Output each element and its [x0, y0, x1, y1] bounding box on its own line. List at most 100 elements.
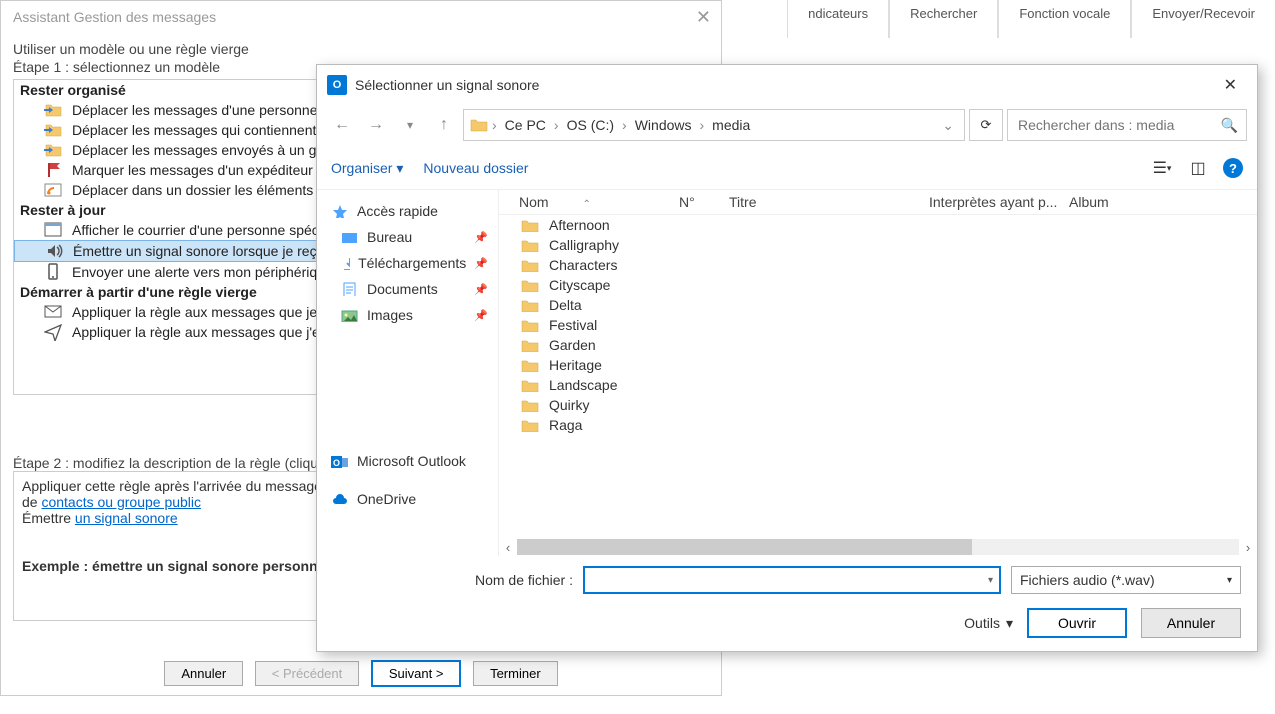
chevron-down-icon: ▾ — [396, 160, 403, 176]
folder-icon — [521, 318, 539, 332]
folder-item[interactable]: Quirky — [499, 395, 1257, 415]
chevron-down-icon: ▾ — [1006, 615, 1013, 632]
preview-pane-button[interactable]: ◫ — [1187, 157, 1209, 179]
pin-icon: 📌 — [474, 283, 488, 296]
wizard-instruction-1: Utiliser un modèle ou une règle vierge — [13, 41, 709, 57]
col-header-artist[interactable]: Interprètes ayant p... — [929, 194, 1069, 210]
folder-name: Calligraphy — [549, 237, 619, 253]
filename-label: Nom de fichier : — [333, 572, 573, 588]
breadcrumb-thispc[interactable]: Ce PC — [501, 117, 550, 133]
file-open-dialog: O Sélectionner un signal sonore ✕ ← → ▾ … — [316, 64, 1258, 652]
col-header-num[interactable]: N° — [679, 194, 729, 210]
col-header-title[interactable]: Titre — [729, 194, 929, 210]
filename-dropdown-button[interactable]: ▾ — [988, 575, 993, 586]
folder-icon — [521, 218, 539, 232]
col-header-name[interactable]: Nom ⌃ — [499, 194, 679, 210]
folder-icon — [521, 378, 539, 392]
help-button[interactable]: ? — [1223, 158, 1243, 178]
nav-outlook[interactable]: Microsoft Outlook — [317, 448, 498, 474]
folder-name: Delta — [549, 297, 582, 313]
dialog-bottom: Nom de fichier : ▾ Fichiers audio (*.wav… — [317, 556, 1257, 652]
breadcrumb-media[interactable]: media — [708, 117, 754, 133]
pin-icon: 📌 — [474, 257, 488, 270]
folder-item[interactable]: Raga — [499, 415, 1257, 435]
folder-item[interactable]: Characters — [499, 255, 1257, 275]
nav-forward-button[interactable]: → — [361, 110, 391, 140]
outlook-icon: O — [327, 75, 347, 95]
nav-downloads[interactable]: Téléchargements📌 — [317, 250, 498, 276]
wizard-finish-button[interactable]: Terminer — [473, 661, 558, 686]
pin-icon: 📌 — [474, 231, 488, 244]
pin-icon: 📌 — [474, 309, 488, 322]
folder-name: Raga — [549, 417, 582, 433]
folder-item[interactable]: Landscape — [499, 375, 1257, 395]
wizard-title: Assistant Gestion des messages — [1, 1, 721, 33]
scroll-right-button[interactable]: › — [1239, 540, 1257, 555]
open-button[interactable]: Ouvrir — [1027, 608, 1127, 638]
col-header-album[interactable]: Album — [1069, 194, 1257, 210]
ribbon-tab-voice[interactable]: Fonction vocale — [998, 0, 1131, 38]
scroll-thumb[interactable] — [517, 539, 972, 555]
filename-input[interactable] — [591, 571, 993, 589]
breadcrumb-windows[interactable]: Windows — [631, 117, 696, 133]
folder-icon — [470, 117, 488, 133]
folder-name: Cityscape — [549, 277, 610, 293]
organize-button[interactable]: Organiser ▾ — [331, 160, 403, 177]
folder-icon — [521, 258, 539, 272]
folder-item[interactable]: Garden — [499, 335, 1257, 355]
nav-back-button[interactable]: ← — [327, 110, 357, 140]
nav-documents[interactable]: Documents📌 — [317, 276, 498, 302]
nav-recent-dropdown[interactable]: ▾ — [395, 110, 425, 140]
folder-icon — [521, 338, 539, 352]
nav-up-button[interactable]: ↑ — [429, 110, 459, 140]
tools-dropdown[interactable]: Outils▾ — [964, 615, 1013, 632]
sort-indicator-icon: ⌃ — [582, 199, 590, 210]
breadcrumb-bar[interactable]: › Ce PC › OS (C:) › Windows › media ⌄ — [463, 109, 965, 141]
search-icon[interactable]: 🔍 — [1221, 117, 1238, 134]
cancel-button[interactable]: Annuler — [1141, 608, 1241, 638]
folder-item[interactable]: Festival — [499, 315, 1257, 335]
breadcrumb-os[interactable]: OS (C:) — [563, 117, 618, 133]
folder-item[interactable]: Heritage — [499, 355, 1257, 375]
refresh-button[interactable]: ⟳ — [969, 109, 1003, 141]
view-mode-button[interactable]: ☰▾ — [1151, 157, 1173, 179]
dialog-close-button[interactable]: ✕ — [1214, 71, 1247, 99]
newfolder-button[interactable]: Nouveau dossier — [423, 160, 528, 176]
ribbon-tab-sendreceive[interactable]: Envoyer/Recevoir — [1131, 0, 1275, 38]
file-list-pane: Nom ⌃ N° Titre Interprètes ayant p... Al… — [499, 190, 1257, 556]
chevron-down-icon: ▾ — [1227, 575, 1232, 586]
wizard-close-button[interactable]: ✕ — [696, 7, 711, 28]
link-contacts[interactable]: contacts ou groupe public — [41, 494, 201, 510]
horizontal-scrollbar[interactable]: ‹ › — [499, 538, 1257, 556]
folder-item[interactable]: Cityscape — [499, 275, 1257, 295]
wizard-cancel-button[interactable]: Annuler — [164, 661, 243, 686]
ribbon-tab-indicators[interactable]: ndicateurs — [787, 0, 889, 38]
wizard-next-button[interactable]: Suivant > — [371, 660, 462, 687]
nav-onedrive[interactable]: OneDrive — [317, 486, 498, 512]
folder-name: Heritage — [549, 357, 602, 373]
scroll-track[interactable] — [517, 539, 1239, 555]
search-box[interactable]: 🔍 — [1007, 109, 1247, 141]
link-sound[interactable]: un signal sonore — [75, 510, 178, 526]
ribbon-tabs: ndicateurs Rechercher Fonction vocale En… — [787, 0, 1275, 38]
folder-item[interactable]: Calligraphy — [499, 235, 1257, 255]
filename-combobox[interactable]: ▾ — [583, 566, 1001, 594]
filetype-filter[interactable]: Fichiers audio (*.wav) ▾ — [1011, 566, 1241, 594]
scroll-left-button[interactable]: ‹ — [499, 540, 517, 555]
folder-item[interactable]: Afternoon — [499, 215, 1257, 235]
folder-name: Characters — [549, 257, 617, 273]
nav-images[interactable]: Images📌 — [317, 302, 498, 328]
nav-quick-access[interactable]: Accès rapide — [317, 198, 498, 224]
folder-item[interactable]: Delta — [499, 295, 1257, 315]
dialog-header: O Sélectionner un signal sonore ✕ — [317, 65, 1257, 105]
folder-name: Afternoon — [549, 217, 610, 233]
file-list[interactable]: Afternoon Calligraphy Characters Cityscape D… — [499, 215, 1257, 538]
folder-name: Quirky — [549, 397, 589, 413]
folder-icon — [521, 418, 539, 432]
breadcrumb-dropdown[interactable]: ⌄ — [938, 117, 958, 134]
navigation-row: ← → ▾ ↑ › Ce PC › OS (C:) › Windows › me… — [317, 105, 1257, 151]
search-input[interactable] — [1016, 116, 1221, 134]
ribbon-tab-search[interactable]: Rechercher — [889, 0, 998, 38]
navigation-pane: Accès rapide Bureau📌 Téléchargements📌 Do… — [317, 190, 499, 556]
nav-desktop[interactable]: Bureau📌 — [317, 224, 498, 250]
